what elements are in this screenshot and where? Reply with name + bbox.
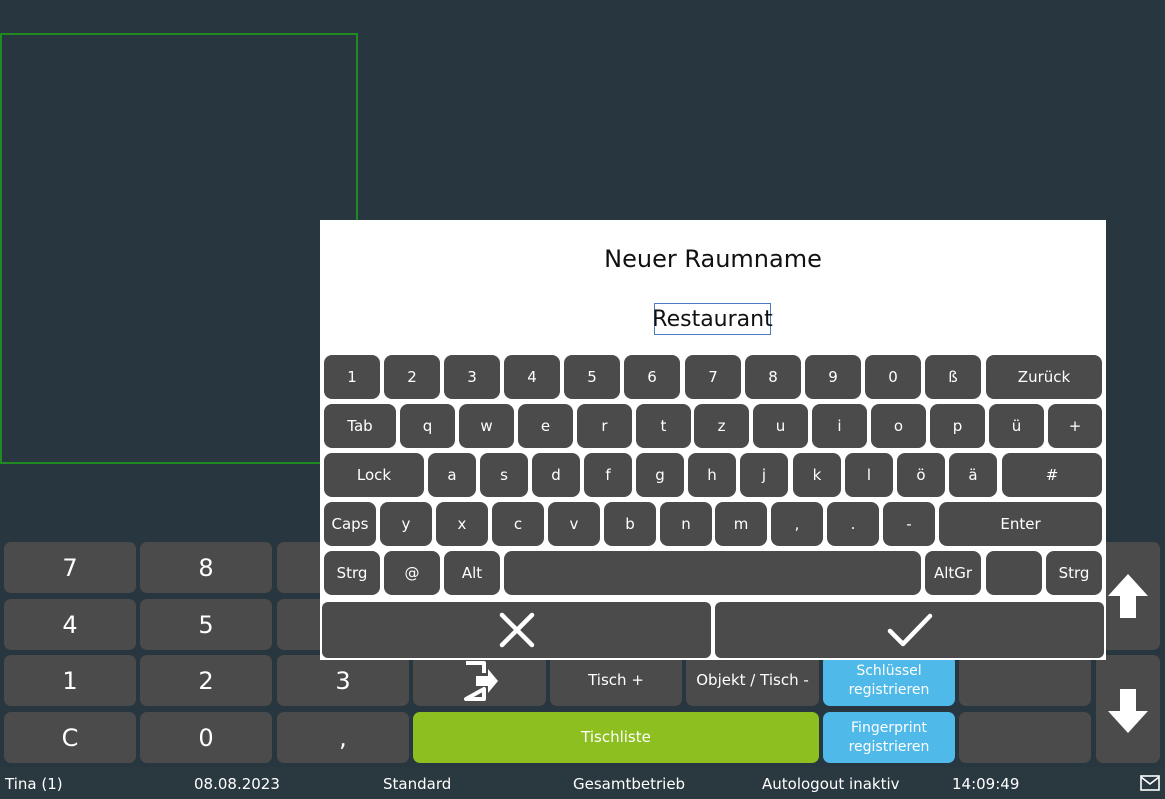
check-icon [887, 613, 932, 647]
arrow-down-icon [1108, 689, 1148, 733]
key-register-label-line2: registrieren [848, 681, 930, 698]
key-a[interactable]: a [428, 453, 476, 497]
key-hash[interactable]: # [1002, 453, 1102, 497]
key-minus[interactable]: - [883, 502, 935, 546]
key-5[interactable]: 5 [564, 355, 620, 399]
room-name-input[interactable]: Restaurant [652, 303, 773, 335]
key-alt[interactable]: Alt [444, 551, 500, 595]
key-1[interactable]: 1 [324, 355, 380, 399]
key-y[interactable]: y [380, 502, 432, 546]
key-k[interactable]: k [793, 453, 841, 497]
exit-door-icon [463, 660, 498, 701]
key-space[interactable] [504, 551, 921, 595]
room-area[interactable] [0, 33, 358, 464]
key-4[interactable]: 4 [504, 355, 560, 399]
key-ae[interactable]: ä [949, 453, 997, 497]
key-period[interactable]: . [827, 502, 879, 546]
exit-button[interactable] [413, 655, 546, 706]
empty-slot-2 [959, 712, 1091, 763]
key-2[interactable]: 2 [384, 355, 440, 399]
key-register-label-line1: Schlüssel [856, 663, 922, 680]
key-backspace[interactable]: Zurück [986, 355, 1102, 399]
key-w[interactable]: w [459, 404, 514, 448]
key-comma[interactable]: , [771, 502, 823, 546]
key-caps[interactable]: Caps [324, 502, 376, 546]
confirm-button[interactable] [715, 602, 1104, 658]
key-x[interactable]: x [436, 502, 488, 546]
key-ctrl-right[interactable]: Strg [1046, 551, 1102, 595]
key-n[interactable]: n [660, 502, 712, 546]
cancel-button[interactable] [322, 602, 711, 658]
numpad-key-4[interactable]: 4 [4, 599, 136, 650]
key-q[interactable]: q [400, 404, 455, 448]
key-b[interactable]: b [604, 502, 656, 546]
key-v[interactable]: v [548, 502, 600, 546]
rename-room-dialog: Neuer Raumname Restaurant 1 2 3 4 5 6 7 … [320, 220, 1106, 660]
key-8[interactable]: 8 [745, 355, 801, 399]
table-list-button[interactable]: Tischliste [413, 712, 819, 763]
key-register-button[interactable]: Schlüssel registrieren [823, 655, 955, 706]
status-operation: Gesamtbetrieb [573, 775, 686, 793]
numpad-key-7[interactable]: 7 [4, 542, 136, 593]
key-ue[interactable]: ü [989, 404, 1044, 448]
mail-icon[interactable] [1140, 775, 1160, 791]
key-c[interactable]: c [492, 502, 544, 546]
key-j[interactable]: j [740, 453, 788, 497]
key-p[interactable]: p [930, 404, 985, 448]
key-blank[interactable] [986, 551, 1042, 595]
key-ctrl-left[interactable]: Strg [324, 551, 380, 595]
key-tab[interactable]: Tab [324, 404, 396, 448]
numpad-key-0[interactable]: 0 [140, 712, 272, 763]
key-o[interactable]: o [871, 404, 926, 448]
key-altgr[interactable]: AltGr [925, 551, 981, 595]
key-oe[interactable]: ö [897, 453, 945, 497]
key-at[interactable]: @ [384, 551, 440, 595]
key-e[interactable]: e [518, 404, 573, 448]
key-m[interactable]: m [715, 502, 767, 546]
status-user: Tina (1) [5, 775, 63, 793]
object-table-minus-button[interactable]: Objekt / Tisch - [686, 655, 819, 706]
status-time: 14:09:49 [952, 775, 1020, 793]
key-6[interactable]: 6 [624, 355, 680, 399]
status-bar: Tina (1) 08.08.2023 Standard Gesamtbetri… [0, 767, 1165, 799]
arrow-up-icon [1108, 574, 1148, 618]
key-g[interactable]: g [636, 453, 684, 497]
fingerprint-register-button[interactable]: Fingerprint registrieren [823, 712, 955, 763]
numpad-key-clear[interactable]: C [4, 712, 136, 763]
key-l[interactable]: l [845, 453, 893, 497]
key-7[interactable]: 7 [685, 355, 741, 399]
key-plus[interactable]: + [1048, 404, 1102, 448]
key-0[interactable]: 0 [865, 355, 921, 399]
key-t[interactable]: t [636, 404, 691, 448]
key-r[interactable]: r [577, 404, 632, 448]
key-d[interactable]: d [532, 453, 580, 497]
key-f[interactable]: f [584, 453, 632, 497]
key-enter[interactable]: Enter [939, 502, 1102, 546]
key-z[interactable]: z [694, 404, 749, 448]
empty-slot-1 [959, 655, 1091, 706]
key-3[interactable]: 3 [444, 355, 500, 399]
status-autologout: Autologout inaktiv [762, 775, 900, 793]
numpad-key-1[interactable]: 1 [4, 655, 136, 706]
key-lock[interactable]: Lock [324, 453, 424, 497]
numpad-key-comma[interactable]: , [277, 712, 409, 763]
key-u[interactable]: u [753, 404, 808, 448]
fingerprint-label-line2: registrieren [848, 738, 930, 755]
fingerprint-label-line1: Fingerprint [851, 720, 927, 737]
key-9[interactable]: 9 [805, 355, 861, 399]
table-plus-button[interactable]: Tisch + [550, 655, 682, 706]
numpad-key-3[interactable]: 3 [277, 655, 409, 706]
scroll-down-button[interactable] [1096, 655, 1160, 763]
status-date: 08.08.2023 [194, 775, 280, 793]
numpad-key-8[interactable]: 8 [140, 542, 272, 593]
key-s[interactable]: s [480, 453, 528, 497]
close-icon [499, 612, 534, 648]
numpad-key-5[interactable]: 5 [140, 599, 272, 650]
status-mode: Standard [383, 775, 452, 793]
dialog-title: Neuer Raumname [604, 245, 822, 273]
key-eszett[interactable]: ß [925, 355, 981, 399]
key-h[interactable]: h [688, 453, 736, 497]
key-i[interactable]: i [812, 404, 867, 448]
numpad-key-2[interactable]: 2 [140, 655, 272, 706]
